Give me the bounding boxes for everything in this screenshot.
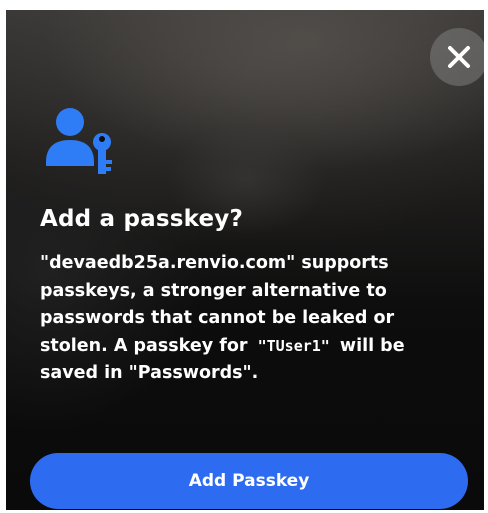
passkey-person-key-icon — [46, 108, 112, 174]
close-button[interactable] — [430, 28, 484, 86]
sheet-title: Add a passkey? — [40, 206, 244, 232]
passkey-sheet: Add a passkey? "devaedb25a.renvio.com" s… — [6, 10, 484, 510]
close-icon — [448, 46, 470, 68]
username-label: "TUser1" — [257, 336, 330, 355]
add-passkey-button[interactable]: Add Passkey — [30, 453, 468, 509]
sheet-message: "devaedb25a.renvio.com" supports passkey… — [40, 250, 460, 388]
